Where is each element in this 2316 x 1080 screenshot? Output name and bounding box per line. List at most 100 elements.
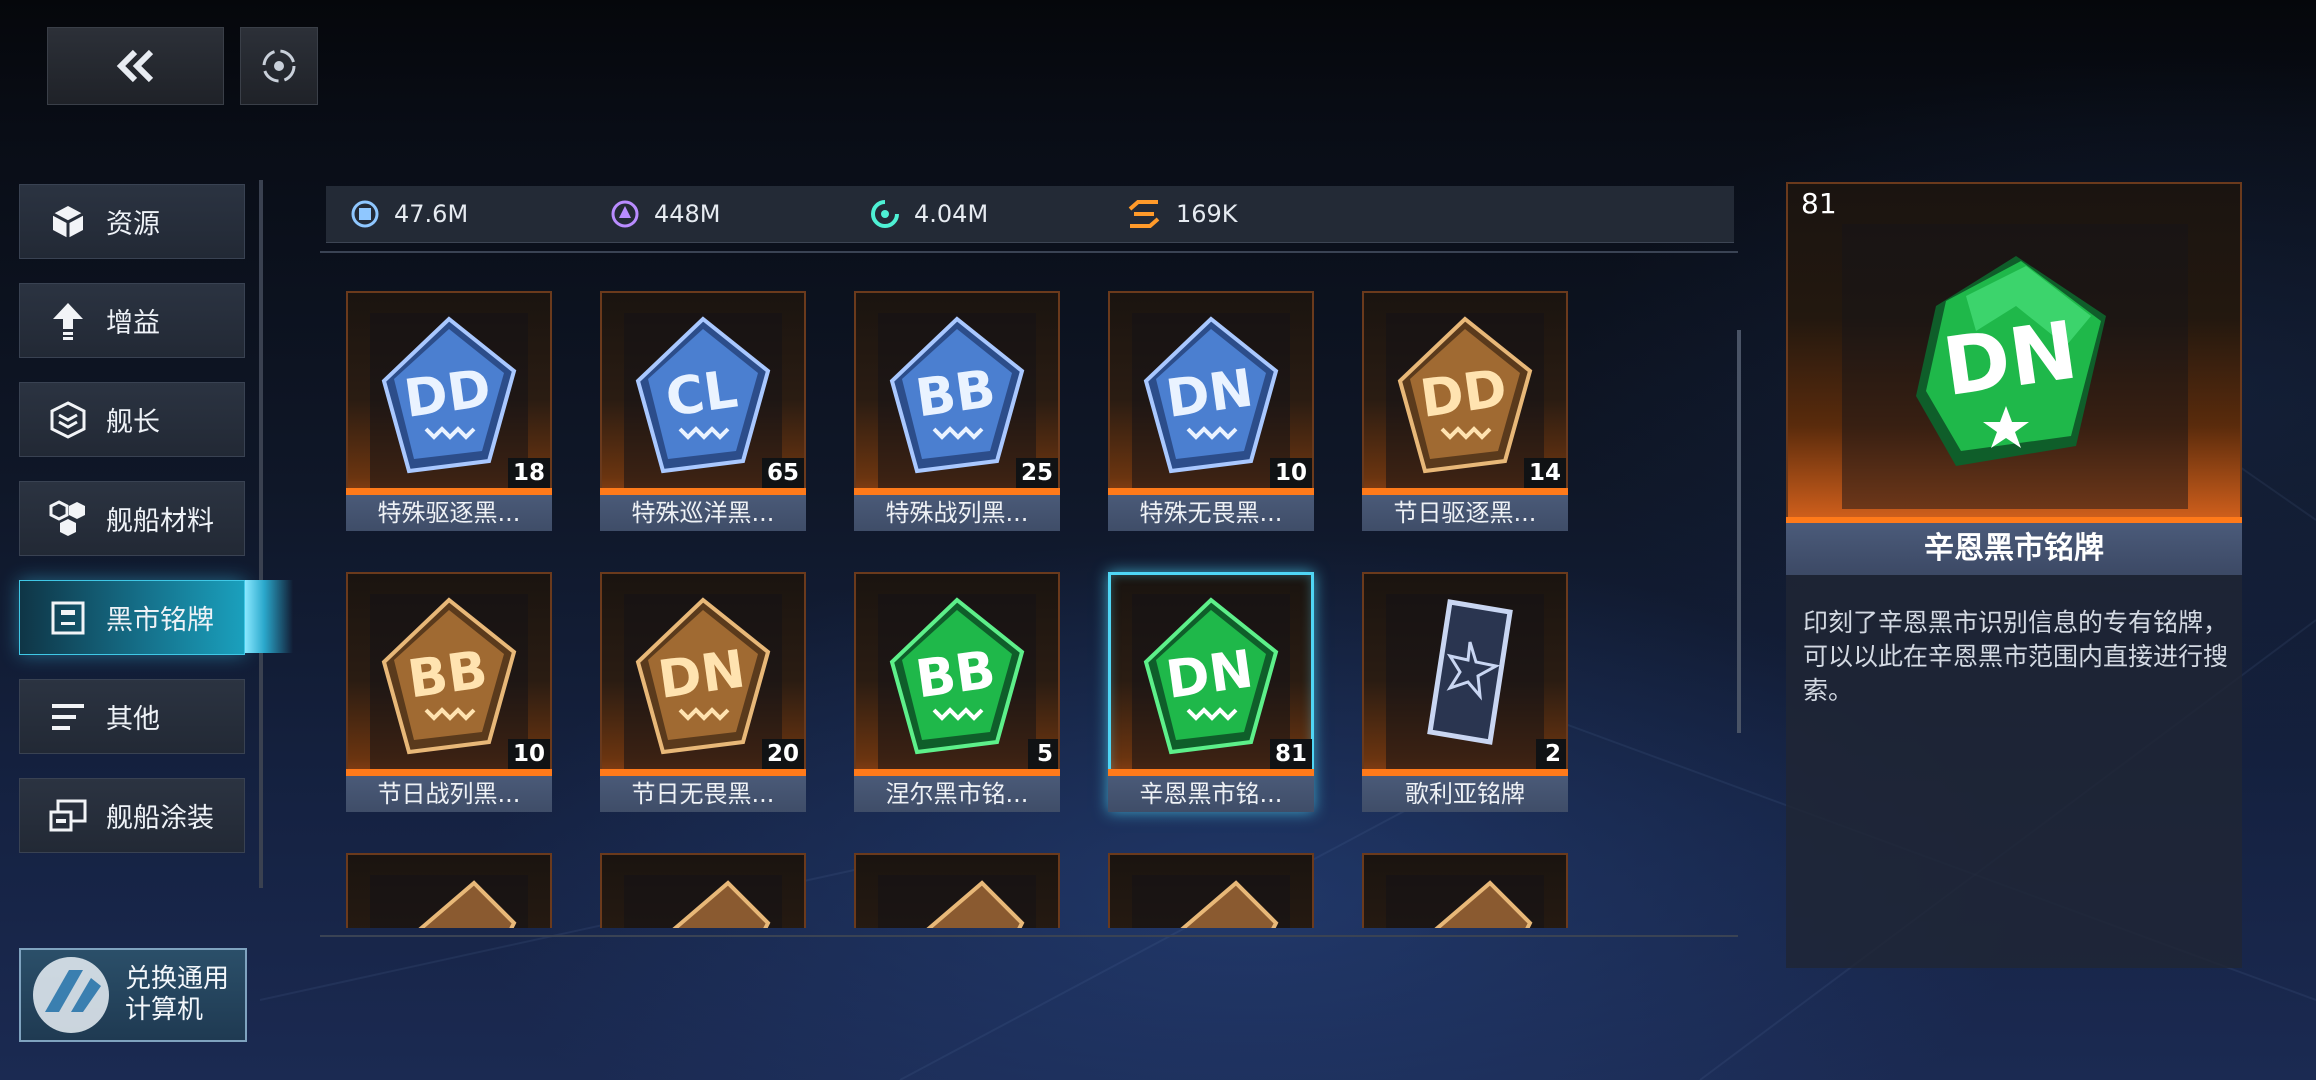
item-name: 辛恩黑市铭... bbox=[1108, 776, 1314, 812]
sidebar-item-label: 资源 bbox=[106, 209, 160, 240]
detail-dn-plate-icon: DN bbox=[1916, 256, 2106, 466]
upgrade-arrow-icon bbox=[46, 299, 90, 343]
item-rarity-bar bbox=[854, 488, 1060, 495]
item-name: 特殊战列黑... bbox=[854, 495, 1060, 531]
currency-metal: 47.6M bbox=[350, 186, 468, 242]
item-rarity-bar bbox=[600, 769, 806, 776]
detail-image-area: DN 81 bbox=[1786, 182, 2242, 522]
plate-art-icon bbox=[1427, 599, 1513, 745]
back-button[interactable] bbox=[47, 27, 224, 105]
sidebar-item-captain[interactable]: 舰长 bbox=[19, 382, 245, 457]
inventory-item[interactable]: CL 65 特殊巡洋黑... bbox=[600, 291, 806, 531]
plate-art-icon: BB bbox=[889, 597, 1025, 755]
sidebar-item-ship-materials[interactable]: 舰船材料 bbox=[19, 481, 245, 556]
inventory-item-partial[interactable] bbox=[854, 853, 1060, 928]
detail-badge-text: DN bbox=[1938, 303, 2083, 414]
plate-badge-text: BB bbox=[404, 640, 491, 710]
lines-icon bbox=[46, 695, 90, 739]
detail-description: 印刻了辛恩黑市识别信息的专有铭牌，可以以此在辛恩黑市范围内直接进行搜索。 bbox=[1803, 608, 2229, 705]
crystal-icon bbox=[611, 200, 639, 228]
inventory-item[interactable]: DD 18 特殊驱逐黑... bbox=[346, 291, 552, 531]
item-name: 节日战列黑... bbox=[346, 776, 552, 812]
item-grid: DD 18 特殊驱逐黑... CL 65 特殊巡洋黑... BB 25 特殊战列黑... DN 10… bbox=[320, 260, 1738, 928]
inventory-item-partial[interactable] bbox=[346, 853, 552, 928]
cube-icon bbox=[46, 200, 90, 244]
detail-count: 81 bbox=[1801, 187, 1837, 220]
chevron-stack-icon bbox=[46, 398, 90, 442]
item-name: 特殊巡洋黑... bbox=[600, 495, 806, 531]
item-count: 20 bbox=[761, 739, 804, 769]
currency-value: 47.6M bbox=[394, 200, 469, 228]
home-button[interactable] bbox=[240, 27, 318, 105]
item-count: 65 bbox=[761, 458, 804, 488]
frame-icon bbox=[46, 596, 90, 640]
inventory-item-partial[interactable] bbox=[600, 853, 806, 928]
item-count: 10 bbox=[507, 739, 550, 769]
sidebar-divider bbox=[259, 180, 263, 888]
plate-badge-text: BB bbox=[912, 640, 999, 710]
plate-badge-text: DD bbox=[1417, 358, 1511, 429]
inventory-item[interactable]: BB 25 特殊战列黑... bbox=[854, 291, 1060, 531]
hex-cluster-icon bbox=[46, 497, 90, 541]
plate-badge-text: DD bbox=[401, 358, 495, 429]
sidebar-item-label: 舰船材料 bbox=[106, 506, 214, 537]
item-count: 10 bbox=[1269, 458, 1312, 488]
inventory-item[interactable]: 2 歌利亚铭牌 bbox=[1362, 572, 1568, 812]
plate-badge-text: DN bbox=[1163, 358, 1257, 429]
target-icon bbox=[262, 49, 296, 83]
inventory-item[interactable]: DN 20 节日无畏黑... bbox=[600, 572, 806, 812]
plate-badge-text: BB bbox=[912, 359, 999, 429]
currency-value: 448M bbox=[654, 200, 721, 228]
item-rarity-bar bbox=[1108, 488, 1314, 495]
currency-value: 4.04M bbox=[914, 200, 989, 228]
item-name: 涅尔黑市铭... bbox=[854, 776, 1060, 812]
plate-art-icon: BB bbox=[381, 597, 517, 755]
inventory-item[interactable]: DD 14 节日驱逐黑... bbox=[1362, 291, 1568, 531]
active-tab-glow bbox=[245, 580, 293, 653]
sidebar-item-black-market-plates[interactable]: 黑市铭牌 bbox=[19, 580, 245, 655]
item-detail-panel: DN 81 辛恩黑市铭牌 印刻了辛恩黑市识别信息的专有铭牌，可以以此在辛恩黑市范… bbox=[1786, 182, 2242, 968]
sidebar-item-ship-paint[interactable]: 舰船涂装 bbox=[19, 778, 245, 853]
inventory-item-partial[interactable] bbox=[1362, 853, 1568, 928]
paint-icon bbox=[46, 794, 90, 838]
plate-art-icon: BB bbox=[889, 316, 1025, 474]
inventory-item[interactable]: DN 10 特殊无畏黑... bbox=[1108, 291, 1314, 531]
sidebar-item-label: 其他 bbox=[106, 704, 160, 735]
detail-item-name: 辛恩黑市铭牌 bbox=[1786, 523, 2242, 575]
exchange-computer-button[interactable]: 兑换通用 计算机 bbox=[19, 948, 247, 1042]
item-name: 节日驱逐黑... bbox=[1362, 495, 1568, 531]
item-rarity-bar bbox=[854, 769, 1060, 776]
inventory-item-partial[interactable] bbox=[1108, 853, 1314, 928]
grid-bottom-divider bbox=[320, 935, 1738, 937]
plate-art-icon: CL bbox=[635, 316, 771, 474]
item-count: 5 bbox=[1028, 739, 1058, 769]
sidebar-item-other[interactable]: 其他 bbox=[19, 679, 245, 754]
inventory-item[interactable]: BB 10 节日战列黑... bbox=[346, 572, 552, 812]
item-count: 18 bbox=[507, 458, 550, 488]
plate-art-icon bbox=[926, 880, 1025, 928]
item-name: 特殊驱逐黑... bbox=[346, 495, 552, 531]
calc-label-line1: 兑换通用 bbox=[125, 964, 230, 994]
metal-icon bbox=[351, 200, 379, 228]
sidebar-item-label: 舰船涂装 bbox=[106, 803, 214, 834]
item-name: 节日无畏黑... bbox=[600, 776, 806, 812]
item-count: 14 bbox=[1523, 458, 1566, 488]
plate-badge-text: CL bbox=[662, 359, 741, 428]
item-name: 特殊无畏黑... bbox=[1108, 495, 1314, 531]
currency-value: 169K bbox=[1176, 200, 1238, 228]
item-rarity-bar bbox=[1362, 769, 1568, 776]
inventory-item[interactable]: BB 5 涅尔黑市铭... bbox=[854, 572, 1060, 812]
sidebar-item-resources[interactable]: 资源 bbox=[19, 184, 245, 259]
grid-top-divider bbox=[320, 251, 1738, 253]
sidebar-item-buffs[interactable]: 增益 bbox=[19, 283, 245, 358]
plate-art-icon: DD bbox=[1397, 316, 1533, 474]
item-rarity-bar bbox=[346, 488, 552, 495]
sidebar-item-label: 黑市铭牌 bbox=[106, 605, 214, 636]
plate-badge-text: DN bbox=[655, 639, 749, 710]
inventory-item[interactable]: DN 81 辛恩黑市铭... bbox=[1108, 572, 1314, 812]
currency-bar: 47.6M 448M 4.04M 169K bbox=[326, 186, 1734, 243]
calculator-logo-icon bbox=[33, 957, 109, 1033]
grid-scrollbar[interactable] bbox=[1737, 330, 1741, 733]
double-chevron-left-icon bbox=[116, 49, 153, 83]
plate-art-icon bbox=[418, 880, 517, 928]
